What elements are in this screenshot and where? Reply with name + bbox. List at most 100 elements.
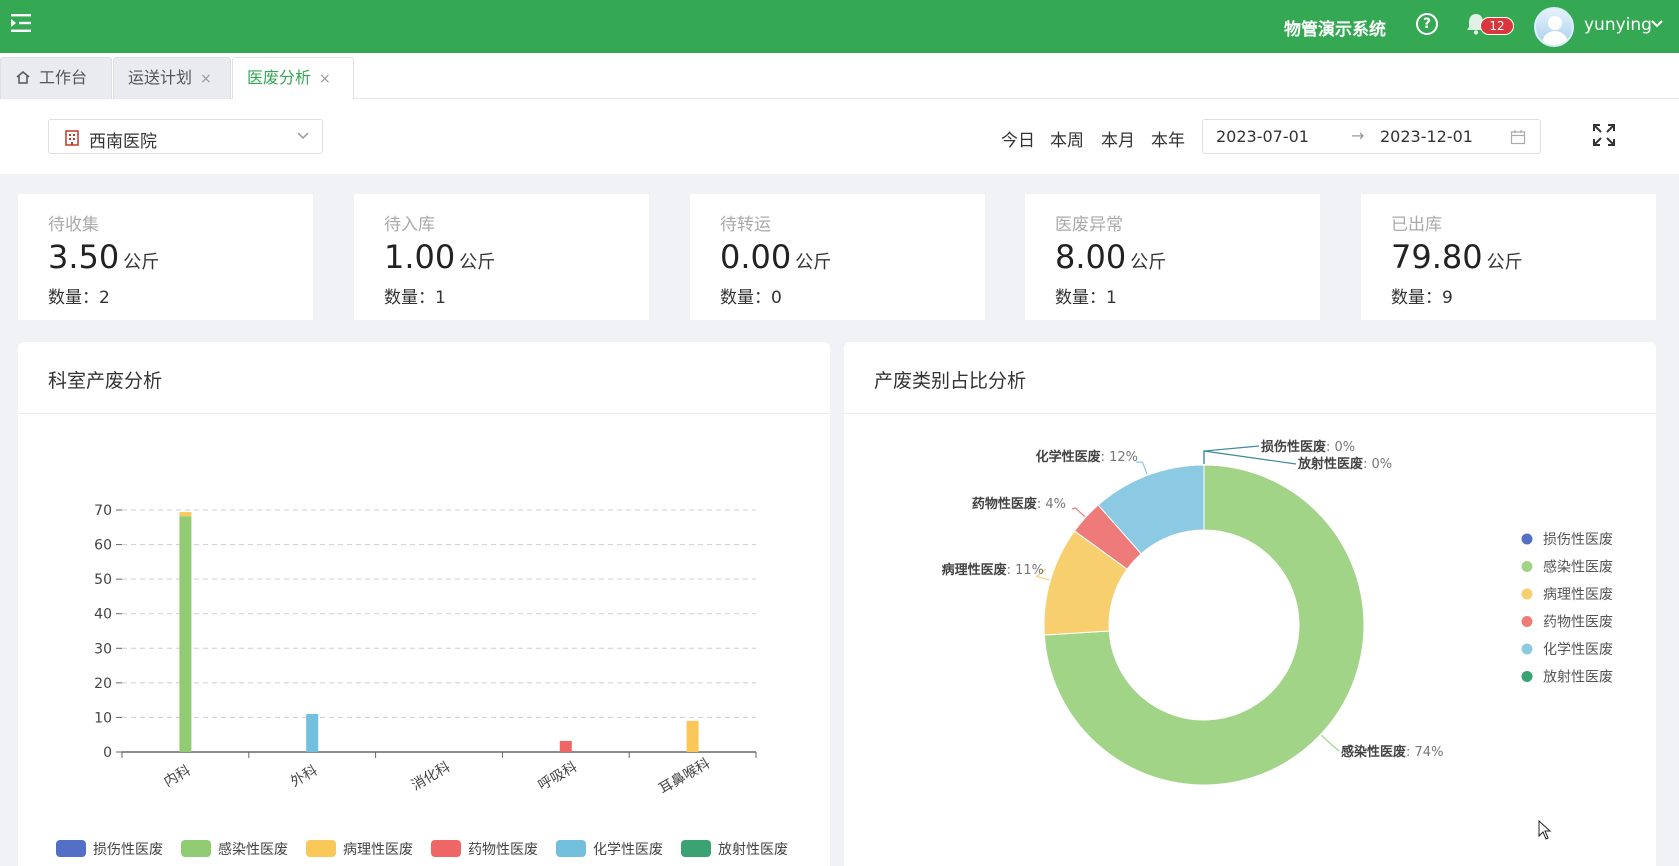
start-date[interactable]: 2023-07-01 [1216,127,1309,146]
notification-badge[interactable]: 12 [1480,17,1514,35]
stat-value: 1.00 [384,238,456,276]
stat-label: 待入库 [384,215,435,235]
calendar-icon [1510,130,1526,145]
panel-title: 产废类别占比分析 [874,370,1027,392]
quick-range-month[interactable]: 本月 [1101,126,1135,151]
legend-label[interactable]: 药物性医废 [1543,615,1613,631]
legend-label[interactable]: 病理性医废 [1543,587,1613,603]
stat-count: 数量：9 [1391,288,1453,308]
stat-label: 已出库 [1391,215,1442,235]
legend-label[interactable]: 药物性医废 [468,842,538,858]
stat-value: 79.80 [1391,238,1483,276]
stat-count: 数量：2 [48,288,110,308]
quick-range-today[interactable]: 今日 [1001,126,1035,151]
x-tick-label: 外科 [288,763,320,791]
bar-segment[interactable] [559,740,572,752]
dept-waste-panel: 科室产废分析 0 10 20 30 40 50 60 70 内科 外科 消化科 呼吸科 耳鼻喉科 损伤性医… [18,342,830,866]
mouse-cursor-icon [1538,820,1552,840]
close-icon[interactable]: × [319,71,331,87]
y-tick-label: 0 [103,745,112,761]
fullscreen-icon[interactable] [1592,123,1616,147]
stat-count: 数量：1 [384,288,446,308]
bar-segment[interactable] [179,516,192,752]
quick-range-year[interactable]: 本年 [1151,126,1185,151]
legend-dot[interactable] [1521,588,1533,600]
username[interactable]: yunying [1584,15,1652,35]
y-tick-label: 30 [94,641,112,657]
tab-waste-analysis[interactable]: 医废分析 × [232,57,354,99]
stat-value: 3.50 [48,238,120,276]
range-separator: → [1351,126,1365,145]
home-icon [16,71,30,84]
legend-swatch[interactable] [306,840,336,857]
quick-range-week[interactable]: 本周 [1050,126,1084,151]
bar-segment[interactable] [686,720,699,752]
panel-title: 科室产废分析 [48,370,163,392]
chevron-down-icon [297,132,309,140]
stat-card-pending-transfer: 待转运 0.00 公斤 数量：0 [690,194,985,320]
stat-unit: 公斤 [795,252,832,273]
legend-label[interactable]: 感染性医废 [1543,559,1613,576]
legend-swatch[interactable] [56,840,86,857]
y-tick-label: 20 [94,676,112,692]
legend-dot[interactable] [1521,643,1533,655]
legend-dot[interactable] [1521,671,1533,682]
legend-dot[interactable] [1521,533,1533,545]
legend-swatch[interactable] [681,840,711,857]
legend-label[interactable]: 感染性医废 [218,841,288,858]
tab-transport-plan[interactable]: 运送计划 × [113,57,231,99]
x-tick-label: 呼吸科 [536,759,580,794]
stat-label: 待转运 [720,215,771,235]
stat-card-waste-abnormal: 医废异常 8.00 公斤 数量：1 [1025,194,1320,320]
stat-unit: 公斤 [1486,252,1523,273]
legend-dot[interactable] [1521,561,1533,572]
tab-bar: 工作台 运送计划 × 医废分析 × [0,53,1679,99]
x-tick-label: 内科 [161,763,193,791]
x-tick-label: 耳鼻喉科 [656,755,713,798]
close-icon[interactable]: × [200,71,212,87]
slice-label: 损伤性医废: 0% [1261,439,1355,455]
legend-dot[interactable] [1521,616,1533,627]
stat-value: 8.00 [1055,238,1127,276]
bar-segment[interactable] [306,713,319,752]
legend-label[interactable]: 损伤性医废 [1543,532,1613,548]
legend-label[interactable]: 放射性医废 [718,842,788,858]
legend-label[interactable]: 放射性医废 [1543,670,1613,686]
legend-label[interactable]: 损伤性医废 [93,842,163,858]
legend-label[interactable]: 化学性医废 [1543,642,1613,658]
y-tick-label: 10 [94,710,112,726]
legend-label[interactable]: 病理性医废 [343,842,413,858]
hospital-select-value: 西南医院 [89,132,157,152]
bar-segment[interactable] [179,512,192,517]
label-leader-line [1071,507,1086,518]
tab-label: 工作台 [39,68,88,87]
chevron-down-icon[interactable] [1650,18,1664,30]
tab-label: 医废分析 [247,68,312,87]
avatar[interactable] [1534,7,1574,47]
stat-label: 医废异常 [1055,215,1123,235]
slice-label: 放射性医废: 0% [1297,456,1392,472]
tab-workbench[interactable]: 工作台 [0,57,112,99]
help-icon[interactable]: ? [1416,13,1438,35]
system-title: 物管演示系统 [1284,20,1386,40]
stat-count: 数量：0 [720,288,782,308]
stat-card-pending-storage: 待入库 1.00 公斤 数量：1 [354,194,649,320]
stat-unit: 公斤 [123,252,160,273]
menu-toggle-icon[interactable] [10,12,34,34]
stat-card-outbound: 已出库 79.80 公斤 数量：9 [1361,194,1656,320]
date-range-picker[interactable]: 2023-07-01 → 2023-12-01 [1202,119,1541,154]
legend-label[interactable]: 化学性医废 [593,842,663,858]
legend-swatch[interactable] [181,840,211,857]
building-icon [65,130,79,146]
hospital-select[interactable]: 西南医院 [48,119,323,154]
end-date[interactable]: 2023-12-01 [1380,127,1473,146]
stat-unit: 公斤 [459,252,496,273]
category-ratio-panel: 产废类别占比分析 损伤性医废: 0% 感染性医废: 74% 病理性医废: 11% 药物… [844,342,1656,866]
y-tick-label: 50 [94,572,112,588]
stat-label: 待收集 [48,215,99,235]
legend-swatch[interactable] [431,840,461,857]
legend-swatch[interactable] [556,840,586,857]
stat-card-pending-collect: 待收集 3.50 公斤 数量：2 [18,194,313,320]
x-tick-label: 消化科 [409,759,453,794]
stat-unit: 公斤 [1130,252,1167,273]
